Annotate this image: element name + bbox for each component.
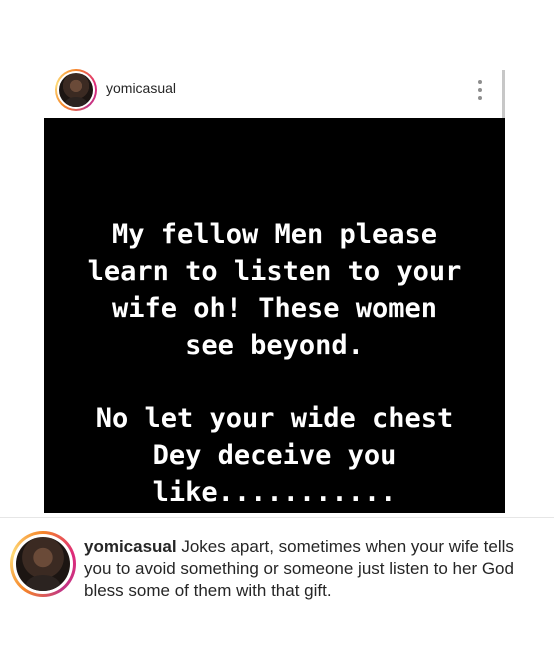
- post-username[interactable]: yomicasual: [106, 80, 176, 96]
- caption-username[interactable]: yomicasual: [84, 537, 177, 556]
- header-avatar[interactable]: [55, 69, 97, 111]
- dot: [478, 80, 482, 84]
- post-header: yomicasual: [0, 62, 505, 118]
- dot: [478, 88, 482, 92]
- avatar-photo: [59, 73, 93, 107]
- avatar-photo: [16, 537, 70, 591]
- image-text-paragraph-2: No let your wide chest Dey deceive you l…: [95, 403, 454, 508]
- caption-text: yomicasual Jokes apart, sometimes when y…: [84, 536, 534, 602]
- more-vertical-icon[interactable]: [470, 78, 490, 102]
- post-image[interactable]: My fellow Men please learn to listen to …: [44, 118, 505, 513]
- divider: [0, 517, 554, 518]
- avatar-border: [57, 71, 95, 109]
- caption-avatar[interactable]: [10, 531, 76, 597]
- image-text-paragraph-1: My fellow Men please learn to listen to …: [87, 219, 462, 361]
- scrollbar[interactable]: [502, 70, 505, 118]
- dot: [478, 96, 482, 100]
- avatar-border: [13, 534, 73, 594]
